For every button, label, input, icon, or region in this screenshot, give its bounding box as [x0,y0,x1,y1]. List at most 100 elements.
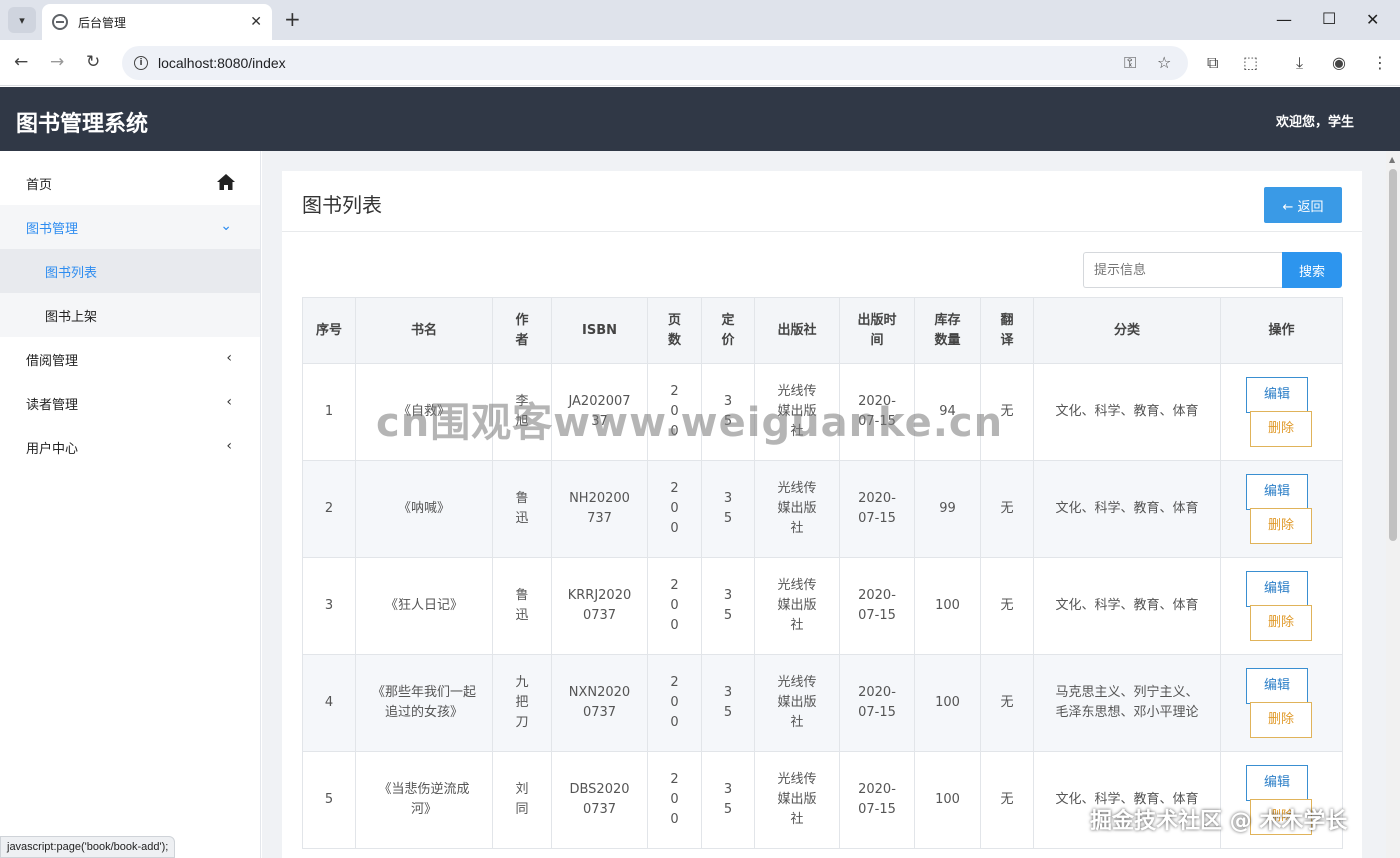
col-header-actions: 操作 [1220,297,1343,364]
tab-list-button[interactable]: ▾ [8,7,36,33]
app-title: 图书管理系统 [16,112,149,137]
sidebar-item-reader-management[interactable]: 读者管理 ‹ [0,381,260,425]
book-list-card: 图书列表 ← 返回 搜索 序号 书名 作者 ISBN 页数 定价 出版社 出版时… [282,171,1362,858]
page-scrollbar[interactable]: ▲ [1386,151,1400,858]
edit-button[interactable]: 编辑 [1246,474,1308,510]
cell-category: 文化、科学、教育、体育 [1033,460,1221,558]
sidebar-item-label: 借阅管理 [26,353,79,369]
cell-isbn: KRRJ20200737 [551,557,648,655]
cell-title: 《呐喊》 [355,460,493,558]
star-icon[interactable]: ☆ [1157,53,1171,72]
edit-button[interactable]: 编辑 [1246,765,1308,801]
browser-tab[interactable]: 后台管理 ✕ [42,4,272,40]
search-button[interactable]: 搜索 [1282,252,1342,288]
back-button[interactable]: ← 返回 [1264,187,1342,223]
col-header-pages: 页数 [647,297,702,364]
cell-actions: 编辑 删除 [1220,557,1343,655]
cell-no: 5 [302,751,356,849]
crop-icon[interactable]: ⧉ [1207,53,1218,73]
key-icon[interactable]: ⚿ [1124,53,1136,73]
scroll-up-arrow-icon[interactable]: ▲ [1389,155,1395,164]
col-header-publisher: 出版社 [754,297,840,364]
reload-icon[interactable]: ↻ [86,53,100,71]
col-header-price: 定价 [701,297,755,364]
sidebar-item-borrow-management[interactable]: 借阅管理 ‹ [0,337,260,381]
profile-icon[interactable]: ◉ [1332,53,1346,72]
site-info-icon[interactable]: i [134,56,148,70]
sidebar-item-label: 图书上架 [45,309,98,325]
extensions-icon[interactable]: ⬚ [1243,53,1258,72]
cell-author: 刘同 [492,751,552,849]
minimize-icon[interactable]: — [1276,10,1292,29]
url-field[interactable]: i localhost:8080/index [122,46,1188,80]
url-text: localhost:8080/index [158,55,286,71]
cell-title: 《那些年我们一起追过的女孩》 [355,654,493,752]
sidebar-item-book-add[interactable]: 图书上架 [0,293,260,337]
cell-price: 35 [701,654,755,752]
cell-no: 3 [302,557,356,655]
chevron-down-icon: ⌄ [220,218,232,234]
close-window-icon[interactable]: ✕ [1366,10,1379,29]
new-tab-button[interactable]: + [284,9,301,29]
cell-stock: 100 [914,751,981,849]
col-header-title: 书名 [355,297,493,364]
cell-author: 鲁迅 [492,460,552,558]
cell-translate: 无 [980,557,1034,655]
cell-date: 2020-07-15 [839,654,915,752]
cell-publisher: 光线传媒出版社 [754,460,840,558]
cell-title: 《当悲伤逆流成河》 [355,751,493,849]
col-header-author: 作者 [492,297,552,364]
sidebar: 首页 图书管理 ⌄ 图书列表 图书上架 借阅管理 ‹ 读者管理 ‹ 用户中心 ‹ [0,151,261,858]
edit-button[interactable]: 编辑 [1246,668,1308,704]
sidebar-item-home[interactable]: 首页 [0,161,260,205]
cell-pages: 200 [647,751,702,849]
sidebar-item-label: 用户中心 [26,441,79,457]
sidebar-item-book-list[interactable]: 图书列表 [0,249,260,293]
edit-button[interactable]: 编辑 [1246,377,1308,413]
table-row: 2 《呐喊》 鲁迅 NH20200737 200 35 光线传媒出版社 2020-07-15 9… [302,460,1343,558]
cell-isbn: NXN20200737 [551,654,648,752]
table-row: 3 《狂人日记》 鲁迅 KRRJ20200737 200 35 光线传媒出版社 2020-07… [302,557,1343,655]
cell-stock: 99 [914,460,981,558]
back-arrow-icon[interactable]: ← [14,53,28,71]
cell-isbn: NH20200737 [551,460,648,558]
cell-translate: 无 [980,460,1034,558]
sidebar-item-label: 首页 [26,177,53,193]
chevron-left-icon: ‹ [226,438,232,454]
cell-category: 文化、科学、教育、体育 [1033,557,1221,655]
delete-button[interactable]: 删除 [1250,508,1312,544]
scroll-thumb[interactable] [1389,169,1397,541]
cell-date: 2020-07-15 [839,460,915,558]
download-icon[interactable]: ⤓ [1296,53,1303,73]
home-icon [217,174,235,190]
search-input[interactable] [1083,252,1283,288]
globe-icon [52,14,68,30]
cell-stock: 100 [914,557,981,655]
card-header: 图书列表 ← 返回 [282,171,1362,232]
cell-translate: 无 [980,654,1034,752]
cell-date: 2020-07-15 [839,557,915,655]
forward-arrow-icon[interactable]: → [50,53,64,71]
cell-category: 文化、科学、教育、体育 [1033,363,1221,461]
sidebar-item-book-management[interactable]: 图书管理 ⌄ [0,205,260,249]
edit-button[interactable]: 编辑 [1246,571,1308,607]
close-tab-icon[interactable]: ✕ [250,14,262,30]
cell-stock: 100 [914,654,981,752]
cell-actions: 编辑 删除 [1220,363,1343,461]
delete-button[interactable]: 删除 [1250,605,1312,641]
maximize-icon[interactable]: ☐ [1322,9,1336,28]
welcome-text[interactable]: 欢迎您，学生 [1276,111,1354,130]
menu-dots-icon[interactable]: ⋮ [1372,53,1388,72]
cell-price: 35 [701,751,755,849]
sidebar-item-user-center[interactable]: 用户中心 ‹ [0,425,260,469]
status-bar: javascript:page('book/book-add'); [0,836,176,858]
cell-actions: 编辑 删除 [1220,460,1343,558]
cell-author: 鲁迅 [492,557,552,655]
delete-button[interactable]: 删除 [1250,702,1312,738]
cell-translate: 无 [980,751,1034,849]
book-table: 序号 书名 作者 ISBN 页数 定价 出版社 出版时间 库存数量 翻译 分类 … [302,297,1343,849]
cell-isbn: DBS20200737 [551,751,648,849]
cell-no: 2 [302,460,356,558]
delete-button[interactable]: 删除 [1250,411,1312,447]
table-row: 4 《那些年我们一起追过的女孩》 九把刀 NXN20200737 200 35 光线传媒出版… [302,654,1343,752]
